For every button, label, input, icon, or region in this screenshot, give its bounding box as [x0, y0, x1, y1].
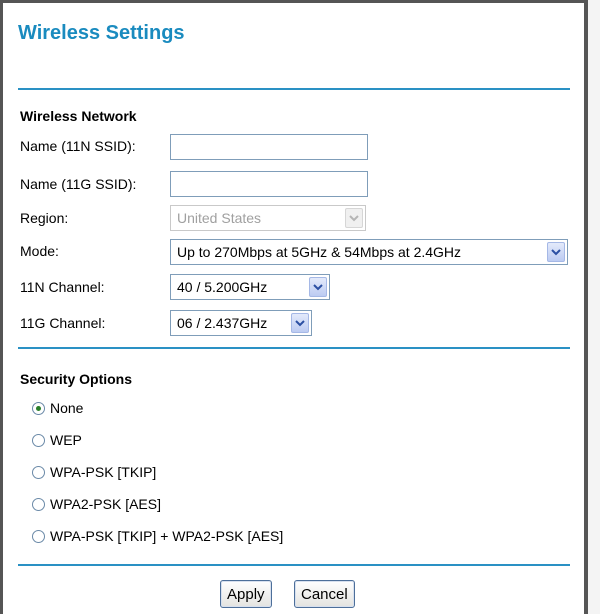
page-title: Wireless Settings: [18, 22, 185, 44]
region-label: Region:: [20, 210, 69, 226]
security-option-label: None: [50, 400, 84, 416]
security-option-wep[interactable]: WEP: [32, 432, 82, 448]
channel-11n-label: 11N Channel:: [20, 279, 105, 295]
channel-11n-select[interactable]: 40 / 5.200GHz: [170, 274, 330, 300]
divider: [18, 88, 570, 90]
section-title-security-options: Security Options: [20, 371, 133, 387]
chevron-down-icon: [345, 208, 363, 228]
channel-11g-label: 11G Channel:: [20, 315, 106, 331]
channel-11g-select[interactable]: 06 / 2.437GHz: [170, 310, 312, 336]
ssid-11g-input[interactable]: [170, 171, 368, 197]
mode-value: Up to 270Mbps at 5GHz & 54Mbps at 2.4GHz: [177, 244, 462, 260]
ssid-11n-input[interactable]: [170, 134, 368, 160]
security-option-wpa-wpa2-mixed[interactable]: WPA-PSK [TKIP] + WPA2-PSK [AES]: [32, 528, 283, 544]
security-option-label: WPA-PSK [TKIP] + WPA2-PSK [AES]: [50, 528, 284, 544]
channel-11n-value: 40 / 5.200GHz: [177, 279, 268, 295]
region-select[interactable]: United States: [170, 205, 366, 231]
radio-button[interactable]: [32, 497, 45, 511]
security-option-label: WPA2-PSK [AES]: [50, 496, 161, 512]
security-option-label: WEP: [50, 432, 82, 448]
security-option-wpa-psk-tkip[interactable]: WPA-PSK [TKIP]: [32, 464, 156, 480]
mode-select[interactable]: Up to 270Mbps at 5GHz & 54Mbps at 2.4GHz: [170, 239, 568, 265]
section-title-wireless-network: Wireless Network: [20, 108, 137, 124]
chevron-down-icon: [547, 242, 565, 262]
channel-11g-value: 06 / 2.437GHz: [177, 315, 268, 331]
security-option-none[interactable]: None: [32, 400, 83, 416]
divider: [18, 564, 570, 566]
apply-button[interactable]: Apply: [220, 580, 272, 608]
radio-button[interactable]: [32, 433, 45, 447]
settings-frame: [0, 0, 588, 614]
chevron-down-icon: [291, 313, 309, 333]
window-edge: [588, 0, 600, 614]
chevron-down-icon: [309, 277, 327, 297]
region-value: United States: [177, 210, 262, 226]
mode-label: Mode:: [20, 243, 59, 259]
cancel-button[interactable]: Cancel: [294, 580, 355, 608]
ssid-11n-label: Name (11N SSID):: [20, 138, 136, 154]
ssid-11g-label: Name (11G SSID):: [20, 176, 137, 192]
radio-button[interactable]: [32, 401, 45, 415]
radio-button[interactable]: [32, 529, 45, 543]
divider: [18, 347, 570, 349]
security-option-label: WPA-PSK [TKIP]: [50, 464, 157, 480]
security-option-wpa2-psk-aes[interactable]: WPA2-PSK [AES]: [32, 496, 161, 512]
radio-button[interactable]: [32, 465, 45, 479]
